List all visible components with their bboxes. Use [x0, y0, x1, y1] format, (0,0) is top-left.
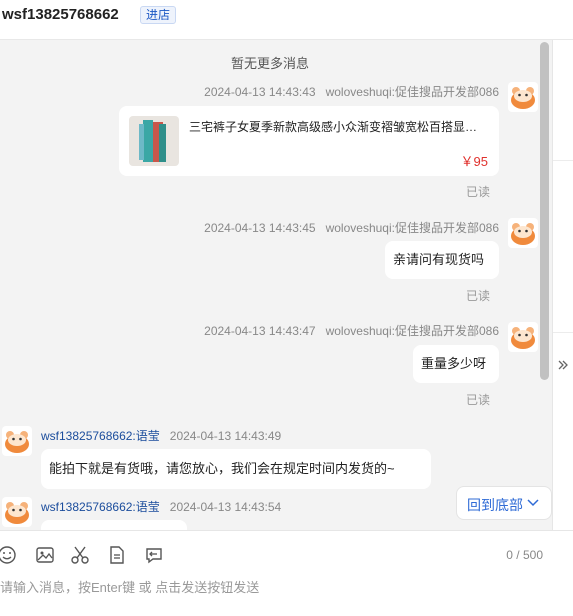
message-time: 2024-04-13 14:43:45: [204, 221, 316, 235]
scissors-icon[interactable]: [70, 545, 90, 565]
message-sender: woloveshuqi:促佳搜品开发部086: [325, 324, 499, 338]
message-bubble: 重量多少呀: [413, 345, 499, 383]
message-bubble: 亲请问有现货吗: [385, 241, 499, 279]
back-to-bottom-button[interactable]: 回到底部: [456, 486, 552, 520]
message-input[interactable]: [0, 575, 540, 599]
message-meta: wsf13825768662:语莹 2024-04-13 14:43:54: [41, 498, 281, 515]
message-meta: 2024-04-13 14:43:43 woloveshuqi:促佳搜品开发部0…: [204, 83, 499, 100]
divider: [553, 160, 573, 161]
message-time: 2024-04-13 14:43:47: [204, 324, 316, 338]
agent-avatar: [508, 322, 538, 352]
message-bubble: 能拍下就是有货哦，请您放心，我们会在规定时间内发货的~: [41, 449, 431, 489]
divider: [553, 332, 573, 333]
read-status: 已读: [465, 185, 490, 199]
read-status: 已读: [465, 289, 490, 303]
message-sender[interactable]: wsf13825768662:语莹: [41, 429, 160, 443]
product-title[interactable]: 三宅裤子女夏季新款高级感小众渐变褶皱宽松百搭显瘦直筒阔腿裤: [189, 118, 489, 135]
chevron-down-icon: [527, 499, 539, 507]
message-list[interactable]: 暂无更多消息 2024-04-13 14:43:43 woloveshuqi:促…: [0, 40, 552, 530]
no-more-messages: 暂无更多消息: [230, 56, 309, 71]
product-price: ￥95: [460, 154, 488, 169]
back-to-bottom-label: 回到底部: [467, 497, 523, 513]
read-status: 已读: [465, 393, 490, 407]
enter-shop-badge[interactable]: 进店: [140, 6, 177, 24]
user-avatar: [2, 497, 32, 527]
message-time: 2024-04-13 14:43:49: [169, 429, 282, 443]
chat-header: wsf13825768662 进店: [0, 0, 573, 40]
side-panel-collapsed: [552, 40, 573, 530]
chat-window: wsf13825768662 进店 暂无更多消息 2024-04-13 14:4…: [0, 0, 573, 616]
image-icon[interactable]: [35, 545, 55, 565]
message-time: 2024-04-13 14:43:54: [169, 500, 282, 514]
product-card[interactable]: 三宅裤子女夏季新款高级感小众渐变褶皱宽松百搭显瘦直筒阔腿裤 ￥95: [119, 106, 499, 176]
message-meta: 2024-04-13 14:43:47 woloveshuqi:促佳搜品开发部0…: [204, 322, 499, 339]
double-chevron-right-icon[interactable]: [556, 358, 570, 372]
composer: 0 / 500: [0, 530, 573, 616]
scrollbar-thumb[interactable]: [540, 42, 549, 380]
quick-reply-icon[interactable]: [144, 545, 164, 565]
emoji-icon[interactable]: [0, 545, 17, 565]
message-sender[interactable]: wsf13825768662:语莹: [41, 500, 160, 514]
agent-avatar: [508, 218, 538, 248]
message-bubble: [41, 520, 187, 530]
message-meta: 2024-04-13 14:43:45 woloveshuqi:促佳搜品开发部0…: [204, 219, 499, 236]
file-icon[interactable]: [107, 545, 127, 565]
message-time: 2024-04-13 14:43:43: [204, 85, 316, 99]
message-meta: wsf13825768662:语莹 2024-04-13 14:43:49: [41, 427, 281, 444]
char-counter: 0 / 500: [506, 548, 543, 562]
user-avatar: [2, 426, 32, 456]
message-sender: woloveshuqi:促佳搜品开发部086: [325, 85, 499, 99]
message-sender: woloveshuqi:促佳搜品开发部086: [325, 221, 499, 235]
agent-avatar: [508, 82, 538, 112]
product-image[interactable]: [129, 116, 179, 166]
contact-name: wsf13825768662: [2, 6, 119, 23]
